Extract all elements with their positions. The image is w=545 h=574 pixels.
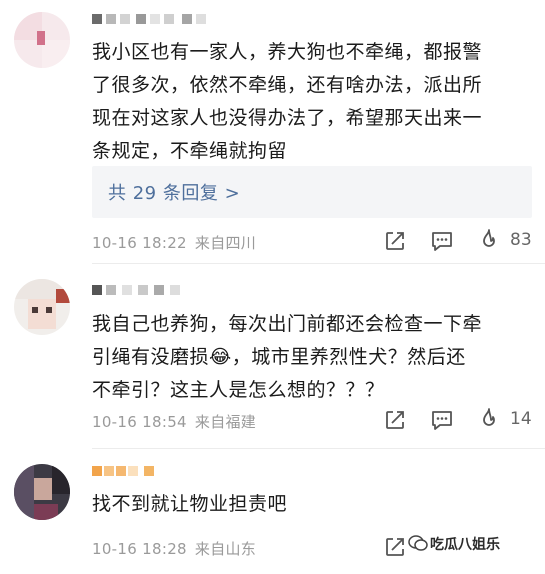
timestamp: 10-16 18:28	[92, 540, 187, 558]
location: 来自福建	[194, 413, 257, 431]
username-pixelated[interactable]	[92, 14, 222, 30]
comment-text: 我自己也养狗，每次出门前都还会检查一下牵 引绳有没磨损😂，城市里养烈性犬？然后还…	[92, 313, 483, 401]
like-flame-icon[interactable]	[478, 228, 500, 252]
comment-icon[interactable]	[430, 409, 454, 431]
location: 来自四川	[194, 234, 257, 252]
comment-text: 找不到就让物业担责吧	[92, 493, 288, 515]
timestamp: 10-16 18:22	[92, 234, 187, 252]
reply-count-label: 共 29 条回复 >	[108, 183, 241, 204]
username-pixelated[interactable]	[92, 285, 192, 301]
username-pixelated[interactable]	[92, 466, 172, 482]
comment-icon[interactable]	[430, 230, 454, 252]
like-count: 14	[510, 409, 532, 429]
comment-actions: 14	[380, 407, 540, 433]
share-icon[interactable]	[384, 409, 406, 431]
comment-1: 我小区也有一家人，养大狗也不牵绳，都报警 了很多次，依然不牵绳，还有啥办法，派出…	[0, 0, 545, 265]
location: 来自山东	[194, 540, 257, 558]
comment-meta: 10-16 18:28 来自山东	[92, 538, 256, 559]
timestamp: 10-16 18:54	[92, 413, 187, 431]
share-icon[interactable]	[384, 536, 406, 558]
share-icon[interactable]	[384, 230, 406, 252]
comment-3: 找不到就让物业担责吧 10-16 18:28 来自山东	[0, 450, 545, 574]
like-flame-icon[interactable]	[478, 407, 500, 431]
comment-2: 我自己也养狗，每次出门前都还会检查一下牵 引绳有没磨损😂，城市里养烈性犬？然后还…	[0, 265, 545, 450]
divider	[92, 263, 545, 264]
comment-actions: 83	[380, 228, 540, 254]
watermark: 吃瓜八姐乐	[430, 537, 500, 553]
comment-meta: 10-16 18:54 来自福建	[92, 411, 256, 432]
like-count: 83	[510, 230, 532, 250]
divider	[92, 448, 545, 449]
comment-meta: 10-16 18:22 来自四川	[92, 232, 256, 253]
wechat-logo-icon	[408, 535, 428, 551]
avatar[interactable]	[14, 12, 70, 68]
view-replies-button[interactable]: 共 29 条回复 >	[92, 166, 532, 218]
avatar[interactable]	[14, 464, 70, 520]
comment-text: 我小区也有一家人，养大狗也不牵绳，都报警 了很多次，依然不牵绳，还有啥办法，派出…	[92, 41, 483, 162]
avatar[interactable]	[14, 279, 70, 335]
